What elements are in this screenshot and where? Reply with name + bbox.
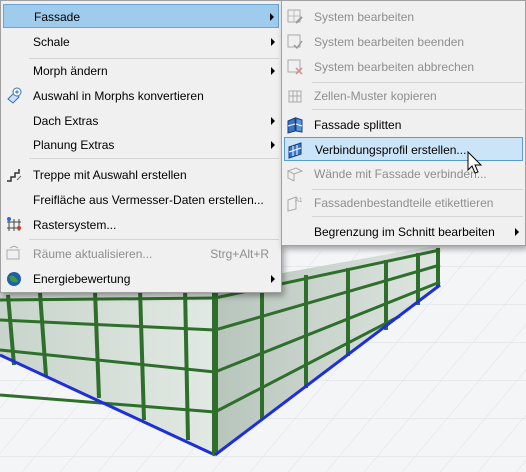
- submenu-item-begrenzung-im-schnitt[interactable]: Begrenzung im Schnitt bearbeiten: [284, 220, 523, 244]
- menu-item-label: Zellen-Muster kopieren: [314, 89, 437, 103]
- shortcut-label: Strg+Alt+R: [210, 247, 269, 261]
- mouse-cursor-icon: [467, 151, 483, 174]
- label-components-icon: A1: [286, 194, 304, 212]
- menu-item-label: System bearbeiten beenden: [314, 35, 465, 49]
- globe-icon: [5, 270, 23, 288]
- menu-item-dach-extras[interactable]: Dach Extras: [3, 109, 279, 133]
- menu-item-label: Räume aktualisieren...: [33, 247, 153, 261]
- menu-separator: [312, 189, 523, 190]
- menu-item-planung-extras[interactable]: Planung Extras: [3, 133, 279, 157]
- submenu-item-verbindungsprofil-erstellen[interactable]: Verbindungsprofil erstellen...: [284, 137, 523, 161]
- menu-item-label: Auswahl in Morphs konvertieren: [33, 89, 204, 103]
- submenu-arrow-icon: [271, 38, 275, 46]
- menu-item-label: Fassadenbestandteile etikettieren: [314, 196, 494, 210]
- menu-item-rastersystem[interactable]: Rastersystem...: [3, 213, 279, 237]
- submenu-item-waende-verbinden[interactable]: Wände mit Fassade verbinden...: [284, 162, 523, 186]
- menu-item-label: Rastersystem...: [33, 218, 117, 232]
- menu-item-label: Treppe mit Auswahl erstellen: [33, 168, 187, 182]
- menu-item-label: Fassade: [34, 10, 81, 24]
- submenu-item-system-bearbeiten-abbrechen[interactable]: System bearbeiten abbrechen: [284, 55, 523, 79]
- submenu-arrow-icon: [271, 117, 275, 125]
- submenu-item-zellen-muster-kopieren[interactable]: Zellen-Muster kopieren: [284, 84, 523, 108]
- menu-item-morph-aendern[interactable]: Morph ändern: [3, 59, 279, 83]
- submenu-item-etikettieren[interactable]: A1 Fassadenbestandteile etikettieren: [284, 191, 523, 215]
- junction-profile-icon: [287, 141, 305, 159]
- menu-item-label: Energiebewertung: [33, 272, 131, 286]
- menu-item-energiebewertung[interactable]: Energiebewertung: [3, 267, 279, 291]
- menu-item-raeume-aktualisieren[interactable]: Räume aktualisieren... Strg+Alt+R: [3, 242, 279, 266]
- stair-icon: [5, 166, 23, 184]
- menu-item-label: Morph ändern: [33, 64, 108, 78]
- submenu-item-system-bearbeiten-beenden[interactable]: System bearbeiten beenden: [284, 30, 523, 54]
- menu-item-label: System bearbeiten: [314, 10, 415, 24]
- menu-separator: [29, 158, 279, 159]
- submenu-item-fassade-splitten[interactable]: Fassade splitten: [284, 113, 523, 137]
- menu-item-label: Wände mit Fassade verbinden...: [314, 167, 487, 181]
- menu-item-label: System bearbeiten abbrechen: [314, 60, 475, 74]
- menu-separator: [312, 216, 523, 217]
- menu-item-freiflaeche[interactable]: Freifläche aus Vermesser-Daten erstellen…: [3, 188, 279, 212]
- menu-item-label: Verbindungsprofil erstellen...: [315, 143, 467, 157]
- submenu-arrow-icon: [271, 275, 275, 283]
- morph-convert-icon: [5, 87, 23, 105]
- edit-system-cancel-icon: [286, 58, 304, 76]
- menu-item-label: Planung Extras: [33, 138, 115, 152]
- zone-update-icon: [5, 245, 23, 263]
- submenu-arrow-icon: [271, 141, 275, 149]
- edit-system-icon: [286, 8, 304, 26]
- svg-text:A1: A1: [295, 198, 303, 204]
- submenu-arrow-icon: [515, 228, 519, 236]
- copy-pattern-icon: [286, 87, 304, 105]
- submenu-item-system-bearbeiten[interactable]: System bearbeiten: [284, 5, 523, 29]
- context-menu: Fassade Schale Morph ändern Auswahl in M…: [0, 0, 282, 293]
- menu-separator: [312, 109, 523, 110]
- edit-system-done-icon: [286, 33, 304, 51]
- submenu-arrow-icon: [271, 67, 275, 75]
- menu-separator: [312, 82, 523, 83]
- fassade-submenu: System bearbeiten System bearbeiten been…: [281, 0, 526, 246]
- menu-item-label: Begrenzung im Schnitt bearbeiten: [314, 225, 495, 239]
- split-curtain-wall-icon: [286, 116, 304, 134]
- menu-item-auswahl-in-morphs[interactable]: Auswahl in Morphs konvertieren: [3, 84, 279, 108]
- menu-item-treppe-erstellen[interactable]: Treppe mit Auswahl erstellen: [3, 163, 279, 187]
- grid-system-icon: [5, 216, 23, 234]
- menu-item-label: Freifläche aus Vermesser-Daten erstellen…: [33, 193, 264, 207]
- submenu-arrow-icon: [270, 13, 274, 21]
- menu-item-label: Schale: [33, 35, 70, 49]
- connect-walls-icon: [286, 165, 304, 183]
- menu-item-label: Fassade splitten: [314, 118, 402, 132]
- menu-item-label: Dach Extras: [33, 114, 99, 128]
- menu-item-schale[interactable]: Schale: [3, 30, 279, 54]
- menu-item-fassade[interactable]: Fassade: [3, 4, 279, 28]
- menu-separator: [29, 239, 279, 240]
